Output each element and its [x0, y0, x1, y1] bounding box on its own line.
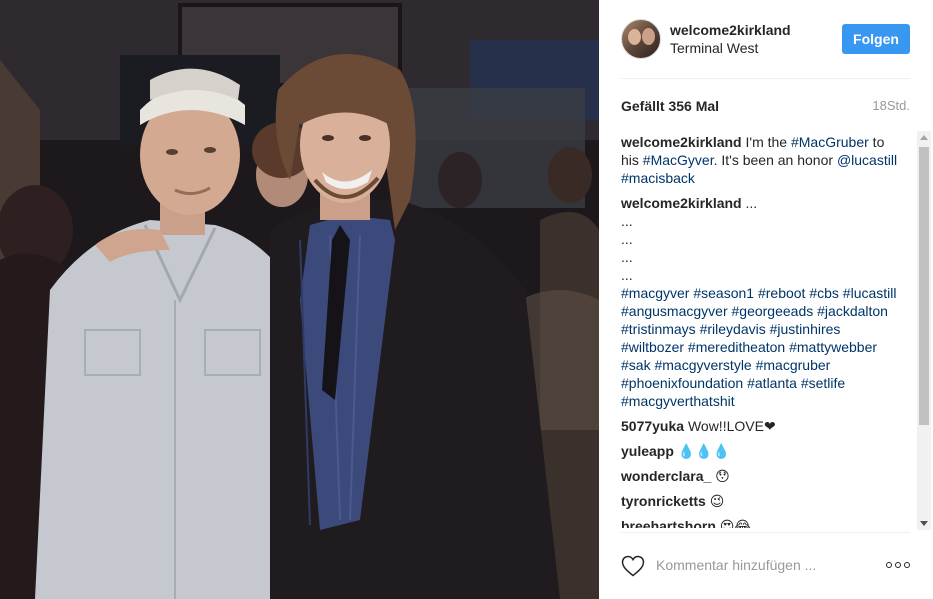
mention-link[interactable]: @lucastill: [837, 152, 897, 168]
comment-username[interactable]: tyronricketts: [621, 493, 706, 509]
post-sidebar: welcome2kirkland Terminal West Folgen Ge…: [599, 0, 933, 599]
hashtag-list[interactable]: #macgyver #season1 #reboot #cbs #lucasti…: [621, 284, 899, 410]
post-header: welcome2kirkland Terminal West Folgen: [621, 17, 910, 79]
comment-text: Wow!!LOVE❤: [684, 418, 776, 434]
hashtag-comment: welcome2kirkland ... ... ... ... ... #ma…: [621, 194, 899, 410]
comment-username[interactable]: 5077yuka: [621, 418, 684, 434]
list-item: wonderclara_ 😯: [621, 467, 899, 485]
scroll-down-arrow-icon[interactable]: [920, 521, 928, 526]
post-timestamp[interactable]: 18Std.: [872, 98, 910, 113]
heart-icon[interactable]: [621, 555, 645, 577]
hashtag-link[interactable]: #MacGruber: [791, 134, 869, 150]
hashtag-link[interactable]: #macisback: [621, 170, 695, 186]
comment-username[interactable]: wonderclara_: [621, 468, 711, 484]
username-link[interactable]: welcome2kirkland: [670, 22, 791, 38]
scroll-up-arrow-icon[interactable]: [920, 135, 928, 140]
location-link[interactable]: Terminal West: [670, 40, 758, 56]
comment-username[interactable]: yuleapp: [621, 443, 674, 459]
comments-scrollbar[interactable]: [917, 131, 931, 530]
list-item: 5077yuka Wow!!LOVE❤: [621, 417, 899, 435]
comment-username[interactable]: breehartshorn: [621, 518, 716, 528]
likes-row: Gefällt 356 Mal 18Std.: [621, 98, 910, 118]
post-photo[interactable]: [0, 0, 599, 599]
avatar[interactable]: [621, 19, 661, 59]
more-options-icon[interactable]: [886, 559, 910, 571]
comment-text: . It's been an honor: [713, 152, 837, 168]
follow-button[interactable]: Folgen: [842, 24, 910, 54]
post-footer: [621, 532, 910, 599]
comment-input[interactable]: [656, 553, 866, 577]
comment-text: I'm the: [741, 134, 791, 150]
comment-username[interactable]: welcome2kirkland: [621, 134, 742, 150]
comment-text: 😯: [711, 468, 730, 484]
comment-text: 💧💧💧: [673, 443, 731, 459]
ellipsis-lines: ... ... ... ...: [621, 213, 633, 283]
scroll-thumb[interactable]: [919, 147, 929, 425]
comments-list[interactable]: welcome2kirkland I'm the #MacGruber to h…: [621, 133, 917, 528]
hashtag-link[interactable]: #MacGyver: [643, 152, 714, 168]
list-item: tyronricketts 😉: [621, 492, 899, 510]
caption-comment: welcome2kirkland I'm the #MacGruber to h…: [621, 133, 899, 187]
list-item: yuleapp 💧💧💧: [621, 442, 899, 460]
photo-illustration: [0, 0, 599, 599]
comment-username[interactable]: welcome2kirkland: [621, 195, 742, 211]
comment-text: 😉: [705, 493, 725, 509]
comment-text: 😍😂: [715, 518, 751, 528]
comment-text: ...: [741, 195, 758, 211]
list-item: breehartshorn 😍😂: [621, 517, 899, 528]
likes-count[interactable]: Gefällt 356 Mal: [621, 98, 719, 114]
